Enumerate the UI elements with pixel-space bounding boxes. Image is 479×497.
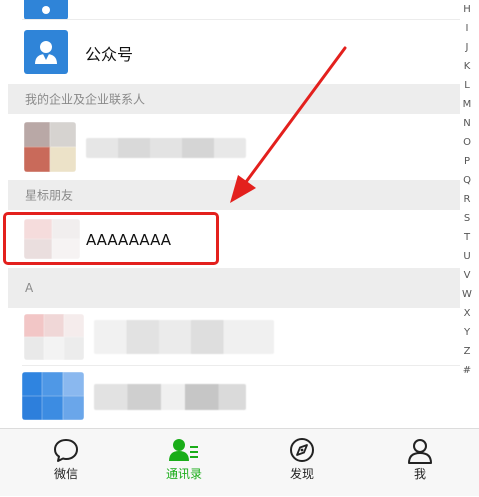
contact-name-pixelated: [94, 384, 246, 410]
index-letter[interactable]: P: [455, 152, 479, 171]
contact-name-pixelated: [86, 138, 246, 158]
index-letter[interactable]: H: [455, 0, 479, 19]
starred-contact-name: AAAAAAAA: [86, 231, 172, 249]
tab-me-label: 我: [413, 467, 426, 481]
index-letter[interactable]: W: [455, 285, 479, 304]
contacts-icon: [169, 439, 198, 461]
index-letter[interactable]: S: [455, 209, 479, 228]
index-letter[interactable]: R: [455, 190, 479, 209]
index-letter[interactable]: X: [455, 304, 479, 323]
section-header-a: A: [8, 268, 460, 308]
contact-row-a-1[interactable]: [8, 308, 460, 366]
tab-discover[interactable]: 发现: [242, 429, 362, 497]
contact-name-pixelated: [94, 320, 274, 354]
bottom-tab-bar: 微信 通讯录 发现 我: [0, 428, 479, 496]
avatar: [24, 314, 84, 360]
index-letter[interactable]: L: [455, 76, 479, 95]
section-header-label: 我的企业及企业联系人: [25, 92, 146, 107]
index-letter[interactable]: Z: [455, 342, 479, 361]
section-header-label: A: [25, 281, 34, 295]
enterprise-contact-row[interactable]: [8, 114, 460, 180]
index-letter[interactable]: Q: [455, 171, 479, 190]
avatar: [24, 219, 80, 259]
official-accounts-row[interactable]: 公众号: [8, 20, 460, 84]
tab-discover-label: 发现: [289, 467, 314, 481]
person-icon: [408, 439, 432, 464]
alphabet-index[interactable]: H I J K L M N O P Q R S T U V W X Y Z #: [455, 0, 479, 380]
avatar: [22, 372, 84, 420]
tab-me[interactable]: 我: [360, 429, 479, 497]
official-accounts-label: 公众号: [85, 45, 134, 64]
section-header-enterprise: 我的企业及企业联系人: [8, 84, 460, 114]
index-letter[interactable]: I: [455, 19, 479, 38]
index-letter[interactable]: V: [455, 266, 479, 285]
tab-contacts-label: 通讯录: [165, 467, 202, 481]
avatar: [24, 122, 76, 172]
index-letter[interactable]: O: [455, 133, 479, 152]
index-letter[interactable]: #: [455, 361, 479, 380]
list-item-top-partial[interactable]: [8, 0, 460, 20]
section-header-label: 星标朋友: [25, 188, 74, 203]
contact-row-a-2[interactable]: [8, 366, 460, 428]
compass-icon: [290, 438, 314, 462]
index-letter[interactable]: K: [455, 57, 479, 76]
starred-contact-row[interactable]: AAAAAAAA: [8, 210, 460, 268]
index-letter[interactable]: J: [455, 38, 479, 57]
contacts-screen: 公众号 我的企业及企业联系人 星标朋友 AAAAAAAA A: [8, 0, 479, 496]
tab-chats[interactable]: 微信: [6, 429, 126, 497]
index-letter[interactable]: U: [455, 247, 479, 266]
section-header-starred: 星标朋友: [8, 180, 460, 210]
chat-bubble-icon: [54, 439, 78, 462]
tab-chats-label: 微信: [53, 467, 78, 481]
tab-contacts[interactable]: 通讯录: [124, 429, 244, 497]
index-letter[interactable]: Y: [455, 323, 479, 342]
official-accounts-icon: [24, 30, 68, 74]
top-item-icon: [24, 0, 68, 20]
index-letter[interactable]: N: [455, 114, 479, 133]
index-letter[interactable]: T: [455, 228, 479, 247]
index-letter[interactable]: M: [455, 95, 479, 114]
